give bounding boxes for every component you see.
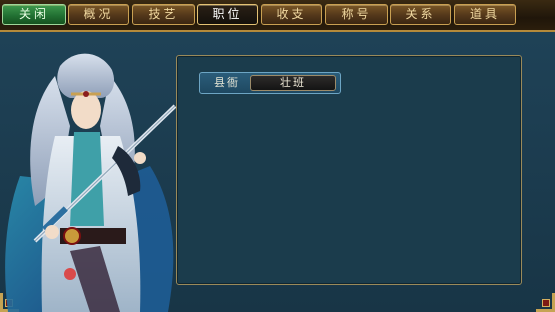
frame-corner-right [536,293,555,312]
game-screen: 关闲 概况 技艺 职位 收支 称号 关系 道具 县衙 壮班 [0,0,555,312]
tab-bar: 关闲 概况 技艺 职位 收支 称号 关系 道具 [0,0,555,32]
post-row: 县衙 壮班 [199,72,341,94]
post-value-button[interactable]: 壮班 [250,75,336,91]
character-portrait [5,53,177,312]
close-tab-button[interactable]: 关闲 [2,4,66,25]
tab-overview[interactable]: 概况 [68,4,129,25]
tab-income[interactable]: 收支 [261,4,322,25]
tab-position[interactable]: 职位 [197,4,258,25]
post-office-label: 县衙 [214,76,240,89]
tab-items[interactable]: 道具 [454,4,516,25]
position-panel: 县衙 壮班 [176,55,522,285]
tab-relations[interactable]: 关系 [390,4,451,25]
tab-skills[interactable]: 技艺 [132,4,195,25]
tab-titles[interactable]: 称号 [325,4,388,25]
